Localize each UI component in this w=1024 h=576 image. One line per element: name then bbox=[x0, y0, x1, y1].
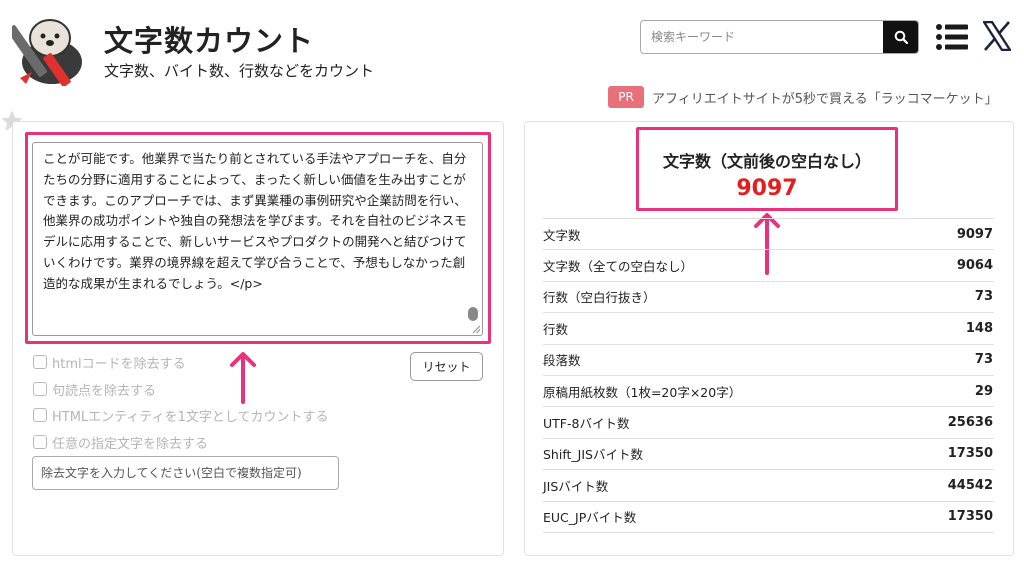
checkbox[interactable] bbox=[33, 408, 47, 422]
main-count-value: 9097 bbox=[736, 176, 798, 201]
checkbox[interactable] bbox=[33, 435, 47, 449]
main-count-label: 文字数（文前後の空白なし） bbox=[662, 152, 871, 171]
option-count-entities[interactable]: HTMLエンティティを1文字としてカウントする bbox=[33, 405, 329, 425]
stat-label: JISバイト数 bbox=[543, 478, 609, 494]
stat-value: 25636 bbox=[947, 415, 993, 431]
option-remove-punctuation[interactable]: 句読点を除去する bbox=[33, 379, 156, 399]
stat-value: 73 bbox=[974, 289, 993, 305]
checkbox[interactable] bbox=[33, 355, 47, 369]
stat-label: UTF-8バイト数 bbox=[543, 416, 630, 432]
text-line: できます。このアプローチでは、まず異業種の事例研究や企業訪問を行い、 bbox=[43, 192, 467, 208]
scrollbar-thumb[interactable] bbox=[468, 307, 478, 321]
stat-row: 行数 148 bbox=[543, 313, 994, 345]
option-remove-custom[interactable]: 任意の指定文字を除去する bbox=[33, 432, 208, 452]
text-line: たちの分野に適用することによって、まったく新しい価値を生み出すことが bbox=[43, 171, 466, 187]
text-input-content: ことが可能です。他業界で当たり前とされている手法やアプローチを、自分 たちの分野に… bbox=[43, 149, 473, 295]
page-subtitle: 文字数、バイト数、行数などをカウント bbox=[104, 62, 375, 80]
x-logo-icon[interactable] bbox=[982, 20, 1012, 52]
option-label: 任意の指定文字を除去する bbox=[52, 436, 209, 452]
pr-badge: PR bbox=[608, 86, 644, 108]
stats-table: 文字数 9097 文字数（全ての空白なし） 9064 行数（空白行抜き） 73 行数 1… bbox=[543, 218, 994, 533]
stat-label: 行数（空白行抜き） bbox=[543, 290, 656, 306]
stat-label: 文字数（全ての空白なし） bbox=[543, 259, 694, 275]
stat-value: 17350 bbox=[947, 509, 993, 525]
stat-label: 行数 bbox=[543, 321, 569, 337]
checkbox[interactable] bbox=[33, 382, 47, 396]
text-line: ことが可能です。他業界で当たり前とされている手法やアプローチを、自分 bbox=[43, 151, 467, 166]
stat-row: Shift_JISバイト数 17350 bbox=[543, 439, 994, 471]
search-button[interactable] bbox=[883, 21, 918, 53]
stat-label: 原稿用紙枚数（1枚=20字×20字） bbox=[543, 384, 742, 400]
stat-value: 9097 bbox=[956, 226, 993, 242]
stat-row: 行数（空白行抜き） 73 bbox=[543, 282, 994, 314]
remove-chars-input[interactable] bbox=[32, 456, 339, 490]
stat-row: 文字数（全ての空白なし） 9064 bbox=[543, 250, 994, 282]
stat-label: 文字数 bbox=[543, 227, 581, 243]
search-icon bbox=[894, 30, 908, 44]
menu-icon[interactable] bbox=[936, 24, 968, 50]
option-remove-html[interactable]: htmlコードを除去する bbox=[33, 352, 186, 372]
text-input-area[interactable]: ことが可能です。他業界で当たり前とされている手法やアプローチを、自分 たちの分野に… bbox=[32, 142, 483, 336]
stat-row: 原稿用紙枚数（1枚=20字×20字） 29 bbox=[543, 376, 994, 408]
stat-value: 73 bbox=[974, 352, 993, 368]
stat-value: 44542 bbox=[947, 477, 993, 493]
promo-link[interactable]: アフィリエイトサイトが5秒で買える「ラッコマーケット」 bbox=[652, 88, 998, 107]
stat-value: 29 bbox=[974, 383, 993, 399]
page-title: 文字数カウント bbox=[104, 24, 315, 58]
up-arrow-icon bbox=[230, 352, 256, 404]
stat-label: EUC_JPバイト数 bbox=[543, 510, 637, 526]
option-label: HTMLエンティティを1文字としてカウントする bbox=[52, 409, 329, 425]
text-line: 他業界の成功ポイントや独自の発想法を学びます。それを自社のビジネスモ bbox=[43, 213, 467, 229]
option-label: htmlコードを除去する bbox=[52, 356, 186, 372]
otter-logo[interactable] bbox=[7, 12, 90, 87]
stat-value: 148 bbox=[965, 320, 993, 336]
stat-row: JISバイト数 44542 bbox=[543, 470, 994, 502]
stat-label: 段落数 bbox=[543, 353, 581, 369]
reset-button[interactable]: リセット bbox=[410, 352, 483, 381]
stat-row: 段落数 73 bbox=[543, 345, 994, 376]
text-line: 造的な成果が生まれるでしょう。</p> bbox=[43, 275, 263, 291]
text-line: デルに応用することで、新しいサービスやプロダクトの開発へと結びつけて bbox=[43, 234, 467, 250]
stat-row: 文字数 9097 bbox=[543, 219, 994, 251]
stat-label: Shift_JISバイト数 bbox=[543, 447, 643, 463]
search-input[interactable] bbox=[641, 21, 885, 53]
header: 文字数カウント 文字数、バイト数、行数などをカウント PR アフィリエイトサイト… bbox=[0, 0, 1024, 115]
search-box bbox=[640, 20, 919, 54]
stat-row: EUC_JPバイト数 17350 bbox=[543, 502, 994, 533]
stat-value: 9064 bbox=[956, 258, 993, 274]
main-count-box: 文字数（文前後の空白なし） 9097 bbox=[636, 127, 898, 211]
stat-value: 17350 bbox=[947, 446, 993, 462]
option-label: 句読点を除去する bbox=[52, 383, 157, 399]
resize-grip-icon[interactable] bbox=[471, 324, 481, 334]
text-line: いくわけです。業界の境界線を超えて学び合うことで、予想もしなかった創 bbox=[43, 254, 466, 270]
stat-row: UTF-8バイト数 25636 bbox=[543, 407, 994, 439]
